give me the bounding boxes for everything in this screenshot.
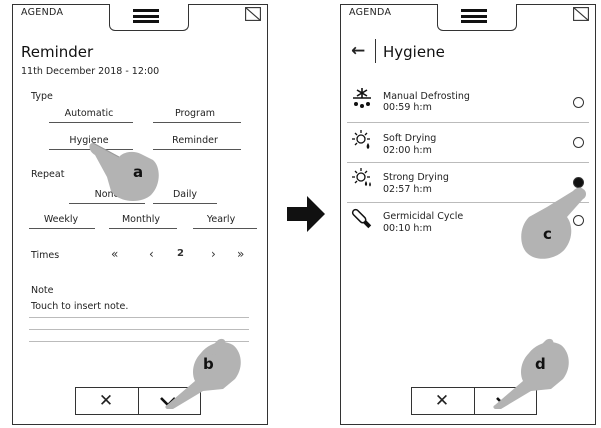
reminder-screen: AGENDA Reminder 11th December 2018 - 12:… (12, 4, 268, 425)
note-line (29, 317, 249, 318)
times-label: Times (31, 250, 60, 261)
snowflake-drops-icon (353, 88, 371, 108)
divider (375, 39, 376, 63)
cycle-time: 00:10 h:m (383, 223, 432, 234)
next-icon[interactable]: › (211, 247, 216, 261)
repeat-option-yearly[interactable]: Yearly (179, 214, 263, 225)
cycle-name: Strong Drying (383, 172, 449, 183)
repeat-option-weekly[interactable]: Weekly (19, 214, 103, 225)
underline (153, 149, 241, 150)
cycle-name: Soft Drying (383, 133, 437, 144)
pointing-hand-icon (521, 187, 586, 259)
note-line (29, 329, 249, 330)
sun-drop-icon (352, 130, 370, 149)
pointing-hand-icon (493, 338, 569, 409)
callout-a: a (133, 163, 144, 181)
note-label: Note (31, 285, 54, 296)
pointing-hand-icon (89, 142, 159, 201)
divider (347, 162, 589, 163)
underline (109, 228, 177, 229)
page-title: Reminder (21, 43, 94, 61)
underline (49, 122, 133, 123)
cycle-name: Manual Defrosting (383, 91, 470, 102)
repeat-label: Repeat (31, 169, 65, 180)
menu-tab[interactable] (109, 4, 189, 31)
underline (153, 122, 241, 123)
cycle-time: 02:00 h:m (383, 145, 432, 156)
last-icon[interactable]: » (237, 247, 244, 261)
close-window-icon[interactable] (573, 7, 589, 21)
callout-d: d (535, 355, 546, 373)
sun-drops-icon (352, 168, 371, 187)
agenda-label: AGENDA (349, 7, 392, 18)
cancel-button[interactable]: ✕ (430, 391, 454, 411)
times-value: 2 (177, 248, 184, 259)
hygiene-screen: AGENDA ← Hygiene Manual Defrosting 00:59… (340, 4, 596, 425)
cycle-name: Germicidal Cycle (383, 211, 464, 222)
type-option-program[interactable]: Program (153, 108, 237, 119)
underline (29, 228, 95, 229)
note-input[interactable]: Touch to insert note. (31, 301, 128, 312)
repeat-option-monthly[interactable]: Monthly (99, 214, 183, 225)
cycle-time: 02:57 h:m (383, 184, 432, 195)
underline (193, 228, 257, 229)
cancel-button[interactable]: ✕ (94, 391, 118, 411)
cycle-radio-manual-defrosting[interactable] (573, 97, 584, 108)
sterilization-lamp-icon (351, 208, 372, 229)
first-icon[interactable]: « (111, 247, 118, 261)
type-option-automatic[interactable]: Automatic (47, 108, 131, 119)
hamburger-menu-icon[interactable] (133, 9, 159, 23)
hamburger-menu-icon[interactable] (461, 9, 487, 23)
cycle-radio-soft-drying[interactable] (573, 137, 584, 148)
cycle-time: 00:59 h:m (383, 102, 432, 113)
right-arrow-icon (287, 196, 325, 232)
divider (347, 122, 589, 123)
type-option-reminder[interactable]: Reminder (153, 135, 237, 146)
date-subtitle: 11th December 2018 - 12:00 (21, 66, 160, 77)
divider (474, 388, 475, 414)
divider (138, 388, 139, 414)
menu-tab[interactable] (437, 4, 517, 31)
back-arrow-icon[interactable]: ← (351, 41, 369, 61)
type-label: Type (31, 91, 53, 102)
callout-c: c (543, 225, 552, 243)
agenda-label: AGENDA (21, 7, 64, 18)
previous-icon[interactable]: ‹ (149, 247, 154, 261)
page-title: Hygiene (383, 43, 445, 61)
callout-b: b (203, 355, 214, 373)
close-window-icon[interactable] (245, 7, 261, 21)
